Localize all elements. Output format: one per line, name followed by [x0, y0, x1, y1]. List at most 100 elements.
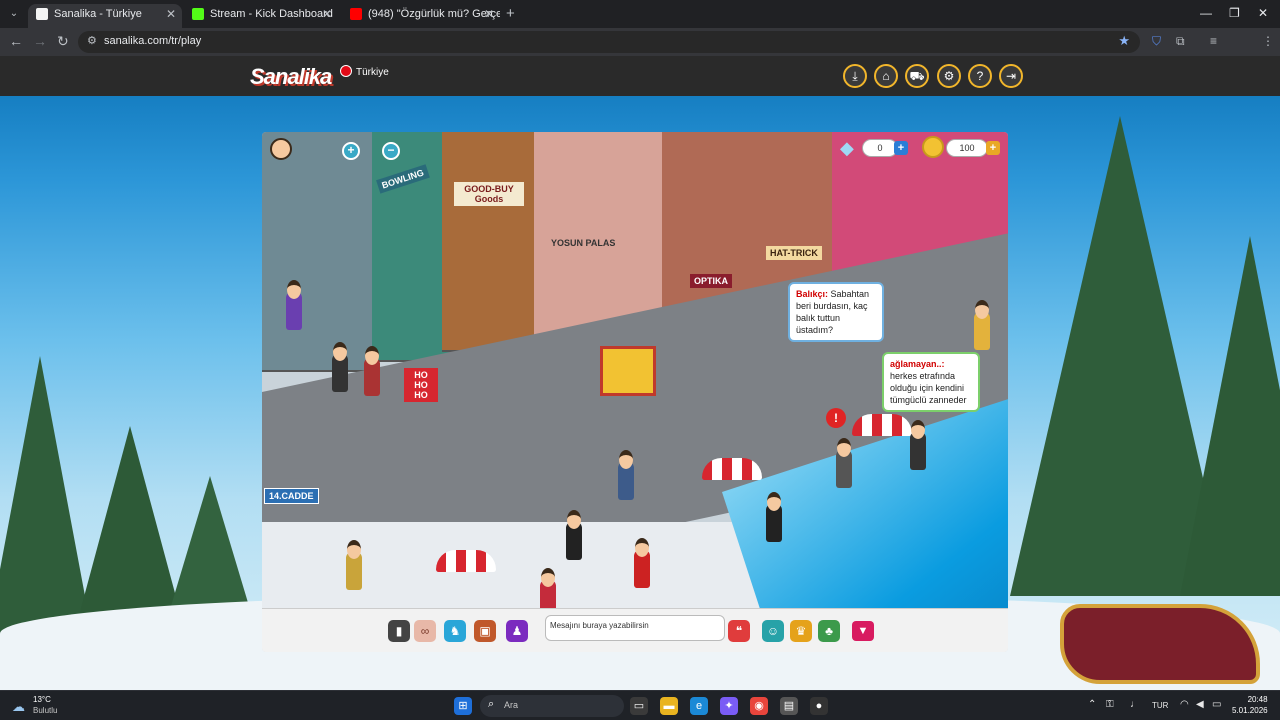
bookmark-star-icon[interactable]: ★	[1118, 33, 1130, 49]
input-language[interactable]: TUR	[1152, 701, 1168, 710]
close-tab-icon[interactable]: ✕	[322, 4, 332, 24]
bag-icon[interactable]: ▣	[474, 620, 496, 642]
reload-icon[interactable]: ↻	[57, 33, 69, 50]
browser-toolbar: ← → ↻ ⚙ sanalika.com/tr/play ★ ⛉ ⧉ ≡ A ⋮	[0, 28, 1280, 77]
christmas-gift-box[interactable]	[600, 346, 656, 396]
chat-message-input[interactable]: Mesajını buraya yazabilirsin	[545, 615, 725, 641]
media-icon[interactable]: ≡	[1210, 34, 1217, 48]
language-selector[interactable]: Türkiye	[340, 65, 389, 78]
emote-bubble-icon[interactable]: ❝	[728, 620, 750, 642]
wifi-icon[interactable]: ◠	[1180, 699, 1189, 710]
sanalika-favicon-icon	[36, 8, 48, 20]
zoom-in-button[interactable]: +	[342, 142, 360, 160]
zoom-out-button[interactable]: −	[382, 142, 400, 160]
cart-icon[interactable]: ⛟	[905, 64, 929, 88]
add-diamonds-button[interactable]: +	[894, 141, 908, 155]
language-label: Türkiye	[356, 67, 389, 78]
obs-icon[interactable]: ●	[810, 697, 828, 715]
edge-browser-icon[interactable]: e	[690, 697, 708, 715]
diamond-count: 0	[862, 139, 898, 157]
beach-umbrella	[852, 414, 912, 436]
avatar-character[interactable]	[332, 342, 348, 392]
avatar-character[interactable]	[634, 538, 650, 588]
street-sign-14-cadde: 14.CADDE	[264, 488, 319, 504]
kick-favicon-icon	[192, 8, 204, 20]
system-clock[interactable]: 20:48 5.01.2026	[1232, 694, 1268, 716]
trophy-icon[interactable]: ♛	[790, 620, 812, 642]
windows-start-icon[interactable]: ⊞	[454, 697, 472, 715]
forward-icon[interactable]: →	[33, 33, 47, 49]
new-tab-button[interactable]: +	[506, 5, 515, 22]
clothing-icon[interactable]: ♞	[444, 620, 466, 642]
close-window-icon[interactable]: ✕	[1258, 6, 1268, 20]
tab-sanalika[interactable]: Sanalika - Türkiye ✕	[28, 4, 182, 28]
network-icon[interactable]: ⚿	[1106, 699, 1114, 710]
chrome-icon[interactable]: ◉	[750, 697, 768, 715]
bubble-nick: ağlamayan..:	[890, 359, 945, 369]
browser-menu-icon[interactable]: ⋮	[1262, 34, 1274, 48]
diamond-icon: ◆	[840, 138, 854, 158]
show-hidden-icons[interactable]: ⌃	[1088, 699, 1096, 710]
microphone-icon[interactable]: ♩	[1130, 699, 1140, 710]
download-icon[interactable]: ⤓	[843, 64, 867, 88]
avatar-character[interactable]	[618, 450, 634, 500]
search-icon: ⌕	[488, 698, 495, 710]
optika-sign: OPTIKA	[690, 274, 733, 288]
avatar-character[interactable]	[974, 300, 990, 350]
avatar-character[interactable]	[766, 492, 782, 542]
home-icon[interactable]: ⌂	[874, 64, 898, 88]
island-icon[interactable]: ♣	[818, 620, 840, 642]
add-coins-button[interactable]: +	[986, 141, 1000, 155]
sanalika-logo[interactable]: Sanalika	[250, 64, 332, 90]
avatar-character[interactable]	[364, 346, 380, 396]
chat-bubble-aglamayan: ağlamayan..: herkes etrafında olduğu içi…	[882, 352, 980, 412]
weather-description: Bulutlu	[33, 706, 58, 715]
gear-icon[interactable]: ⚙	[937, 64, 961, 88]
building-bowling	[372, 132, 452, 362]
file-explorer-icon[interactable]: ▬	[660, 697, 678, 715]
avatar-character[interactable]	[286, 280, 302, 330]
battery-icon[interactable]: ▭	[1212, 699, 1221, 710]
youtube-favicon-icon	[350, 8, 362, 20]
cloud-weather-icon[interactable]: ☁	[12, 699, 25, 715]
avatar-character[interactable]	[566, 510, 582, 560]
tab-search-icon[interactable]: ⌄	[6, 6, 22, 22]
help-icon[interactable]: ?	[968, 64, 992, 88]
app-icon[interactable]: ▤	[780, 697, 798, 715]
ho-ho-ho-sign: HO HO HO	[404, 368, 438, 402]
maximize-icon[interactable]: ❐	[1229, 6, 1240, 20]
chat-bubble-balikci: Balıkçı: Sabahtan beri burdasın, kaç bal…	[788, 282, 884, 342]
tab-title: (948) "Özgürlük mü? Gerçek m	[368, 8, 500, 20]
volume-icon[interactable]: ◀	[1196, 699, 1204, 710]
menu-dropdown-button[interactable]: ▼	[852, 621, 874, 641]
hat-trick-sign: HAT-TRICK	[766, 246, 822, 260]
close-tab-icon[interactable]: ✕	[484, 4, 494, 24]
minimize-icon[interactable]: —	[1200, 6, 1212, 20]
shoes-icon[interactable]: ∞	[414, 620, 436, 642]
dance-icon[interactable]: ♟	[506, 620, 528, 642]
friends-icon[interactable]: ☺	[762, 620, 784, 642]
game-canvas[interactable]: BOWLING GOOD-BUY Goods YOSUN PALAS OPTIK…	[262, 132, 1008, 652]
bubble-text: herkes etrafında olduğu için kendini tüm…	[890, 371, 967, 405]
extensions-icon[interactable]: ⧉	[1176, 34, 1185, 49]
taskbar-search[interactable]: ⌕ Ara	[480, 695, 624, 717]
copilot-icon[interactable]: ✦	[720, 697, 738, 715]
alert-icon[interactable]: !	[826, 408, 846, 428]
avatar-character[interactable]	[346, 540, 362, 590]
building-goodbuy	[442, 132, 542, 352]
shield-extension-icon[interactable]: ⛉	[1152, 34, 1161, 49]
logout-icon[interactable]: ⇥	[999, 64, 1023, 88]
tab-youtube[interactable]: (948) "Özgürlük mü? Gerçek m ✕	[342, 4, 500, 28]
close-tab-icon[interactable]: ✕	[166, 4, 176, 24]
turkey-flag-icon	[340, 65, 352, 77]
tab-kick-dashboard[interactable]: Stream - Kick Dashboard ✕	[184, 4, 338, 28]
url-text: sanalika.com/tr/play	[104, 35, 202, 47]
address-bar[interactable]: ⚙ sanalika.com/tr/play ★	[78, 31, 1140, 53]
site-info-icon[interactable]: ⚙	[87, 34, 97, 47]
phone-icon[interactable]: ▮	[388, 620, 410, 642]
back-icon[interactable]: ←	[9, 33, 23, 49]
task-view-icon[interactable]: ▭	[630, 697, 648, 715]
avatar-character[interactable]	[910, 420, 926, 470]
avatar-character[interactable]	[836, 438, 852, 488]
player-avatar-icon[interactable]	[270, 138, 292, 160]
